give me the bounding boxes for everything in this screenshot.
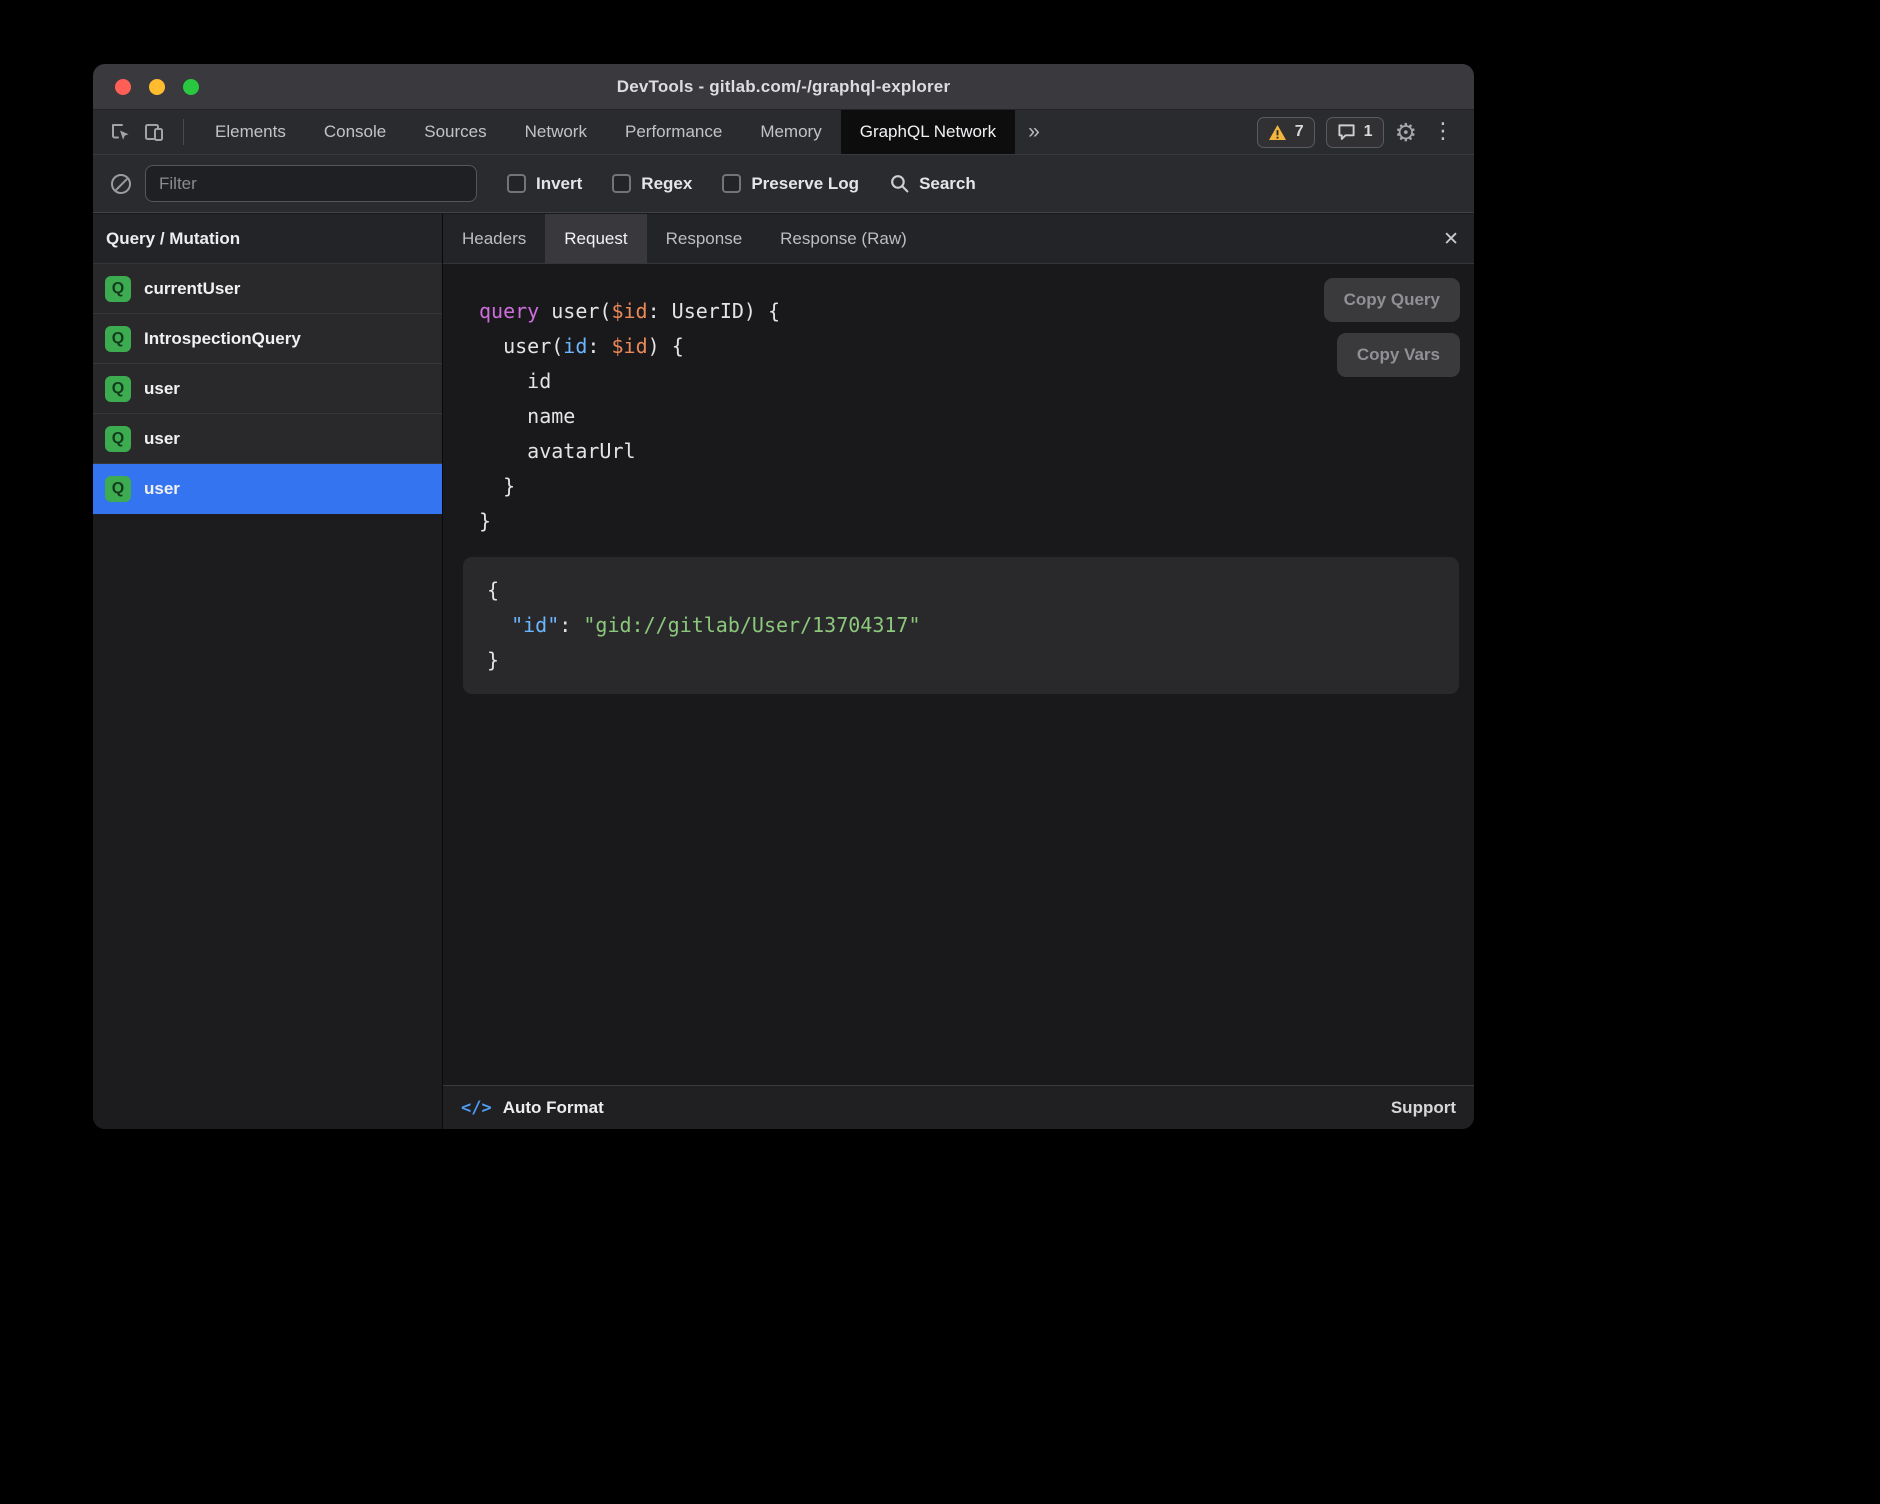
panel-tab-request[interactable]: Request	[545, 214, 646, 263]
close-window-button[interactable]	[115, 79, 131, 95]
query-list-item-user[interactable]: Quser	[93, 364, 442, 414]
filter-bar: Invert Regex Preserve Log Search	[93, 155, 1474, 213]
query-list-item-currentuser[interactable]: QcurrentUser	[93, 264, 442, 314]
settings-gear-icon[interactable]: ⚙	[1395, 120, 1417, 145]
panel-tab-headers[interactable]: Headers	[443, 214, 545, 263]
devtools-toolbar: ElementsConsoleSourcesNetworkPerformance…	[93, 110, 1474, 155]
query-type-badge: Q	[105, 276, 131, 302]
request-query-code: query user($id: UserID) { user(id: $id) …	[479, 294, 1459, 539]
code-line: id	[479, 364, 1459, 399]
close-panel-icon[interactable]: ✕	[1443, 214, 1459, 263]
code-line: }	[479, 504, 1459, 539]
code-line: "id": "gid://gitlab/User/13704317"	[487, 608, 1435, 643]
query-type-badge: Q	[105, 426, 131, 452]
request-variables-code: { "id": "gid://gitlab/User/13704317"}	[487, 573, 1435, 678]
panel-tab-list: HeadersRequestResponseResponse (Raw)	[443, 214, 926, 263]
checkbox-label: Invert	[536, 174, 582, 194]
query-name: user	[144, 479, 180, 499]
sidebar-header: Query / Mutation	[93, 214, 442, 264]
query-name: IntrospectionQuery	[144, 329, 301, 349]
warnings-badge[interactable]: 7	[1257, 117, 1315, 148]
tab-elements[interactable]: Elements	[196, 110, 305, 154]
code-line: avatarUrl	[479, 434, 1459, 469]
traffic-lights	[115, 64, 199, 109]
code-line: name	[479, 399, 1459, 434]
query-name: user	[144, 379, 180, 399]
checkbox-box[interactable]	[722, 174, 741, 193]
content-area: Query / Mutation QcurrentUserQIntrospect…	[93, 214, 1474, 1129]
inspect-element-icon[interactable]	[109, 121, 131, 143]
warning-count: 7	[1295, 123, 1304, 141]
code-format-icon: </>	[461, 1098, 492, 1118]
checkbox-box[interactable]	[612, 174, 631, 193]
panel-tab-row: HeadersRequestResponseResponse (Raw) ✕	[443, 214, 1474, 264]
devtools-tab-list: ElementsConsoleSourcesNetworkPerformance…	[196, 110, 1015, 154]
copy-query-button[interactable]: Copy Query	[1324, 278, 1460, 322]
code-line: user(id: $id) {	[479, 329, 1459, 364]
toolbar-divider	[183, 119, 184, 145]
toolbar-left-icons	[93, 110, 196, 154]
warning-icon	[1268, 124, 1287, 141]
panel-footer: </> Auto Format Support	[443, 1085, 1474, 1129]
checkbox-preserve-log[interactable]: Preserve Log	[722, 174, 859, 194]
more-options-icon[interactable]: ⋮	[1428, 121, 1458, 143]
titlebar: DevTools - gitlab.com/-/graphql-explorer	[93, 64, 1474, 110]
code-line: {	[487, 573, 1435, 608]
request-variables-box: { "id": "gid://gitlab/User/13704317"}	[463, 557, 1459, 694]
zoom-window-button[interactable]	[183, 79, 199, 95]
panel-tab-response[interactable]: Response	[647, 214, 762, 263]
query-list-item-introspectionquery[interactable]: Q IntrospectionQuery	[93, 314, 442, 364]
search-label: Search	[919, 174, 976, 194]
query-type-badge: Q	[105, 476, 131, 502]
query-list-item-user[interactable]: Quser	[93, 414, 442, 464]
search-control[interactable]: Search	[889, 173, 976, 194]
code-line: }	[479, 469, 1459, 504]
devtools-window: DevTools - gitlab.com/-/graphql-explorer…	[93, 64, 1474, 1129]
request-content: Copy Query Copy Vars query user($id: Use…	[443, 264, 1474, 1085]
tab-memory[interactable]: Memory	[741, 110, 840, 154]
sidebar: Query / Mutation QcurrentUserQIntrospect…	[93, 214, 443, 1129]
query-name: currentUser	[144, 279, 240, 299]
auto-format-button[interactable]: </> Auto Format	[461, 1098, 604, 1118]
device-toolbar-icon[interactable]	[143, 121, 165, 143]
code-line: }	[487, 643, 1435, 678]
search-icon	[889, 173, 910, 194]
panel-tab-response-raw[interactable]: Response (Raw)	[761, 214, 926, 263]
checkbox-label: Preserve Log	[751, 174, 859, 194]
query-name: user	[144, 429, 180, 449]
toolbar-right-controls: 7 1 ⚙ ⋮	[1257, 110, 1474, 154]
code-line: query user($id: UserID) {	[479, 294, 1459, 329]
message-icon	[1337, 123, 1356, 141]
copy-vars-button[interactable]: Copy Vars	[1337, 333, 1460, 377]
tab-performance[interactable]: Performance	[606, 110, 741, 154]
window-title: DevTools - gitlab.com/-/graphql-explorer	[617, 77, 951, 97]
checkbox-invert[interactable]: Invert	[507, 174, 582, 194]
support-link[interactable]: Support	[1391, 1098, 1456, 1118]
request-panel: HeadersRequestResponseResponse (Raw) ✕ C…	[443, 214, 1474, 1129]
tab-network[interactable]: Network	[506, 110, 606, 154]
more-tabs-icon[interactable]: »	[1015, 110, 1053, 154]
tab-sources[interactable]: Sources	[405, 110, 505, 154]
query-list-item-user[interactable]: Quser	[93, 464, 442, 514]
filter-input[interactable]	[145, 165, 477, 202]
checkbox-box[interactable]	[507, 174, 526, 193]
issues-badge[interactable]: 1	[1326, 117, 1384, 148]
issues-count: 1	[1364, 123, 1373, 141]
checkbox-regex[interactable]: Regex	[612, 174, 692, 194]
checkbox-label: Regex	[641, 174, 692, 194]
tab-console[interactable]: Console	[305, 110, 405, 154]
clear-block-icon[interactable]	[111, 174, 131, 194]
query-list: QcurrentUserQIntrospectionQueryQuserQuse…	[93, 264, 442, 514]
tab-graphql-network[interactable]: GraphQL Network	[841, 110, 1015, 154]
auto-format-label: Auto Format	[503, 1098, 604, 1118]
query-type-badge: Q	[105, 376, 131, 402]
filter-checkboxes: Invert Regex Preserve Log	[507, 174, 859, 194]
copy-buttons: Copy Query Copy Vars	[1324, 278, 1460, 377]
minimize-window-button[interactable]	[149, 79, 165, 95]
query-type-badge: Q	[105, 326, 131, 352]
